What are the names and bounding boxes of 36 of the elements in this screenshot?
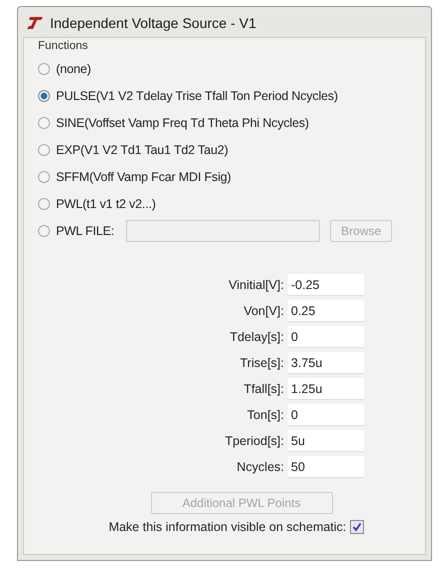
parameter-input[interactable]: 1.25u <box>288 378 364 400</box>
parameter-input[interactable]: -0.25 <box>288 274 364 296</box>
option-label[interactable]: (none) <box>56 62 91 76</box>
option-label[interactable]: PULSE(V1 V2 Tdelay Trise Tfall Ton Period Ncycles) <box>56 88 338 102</box>
checkbox-label: Make this information visible on schematic: <box>108 520 346 534</box>
checkmark-icon <box>352 522 362 532</box>
radio-button[interactable] <box>38 170 50 182</box>
parameter-input[interactable]: 50 <box>288 456 364 478</box>
group-label: Functions <box>38 40 89 52</box>
radio-button[interactable] <box>38 62 50 74</box>
parameter-input[interactable]: 0.25 <box>288 300 364 322</box>
radio-button[interactable] <box>38 198 50 210</box>
parameter-label: Ncycles: <box>236 460 285 474</box>
parameter-input[interactable]: 0 <box>288 404 364 426</box>
parameter-label: Tdelay[s]: <box>228 330 285 344</box>
radio-button[interactable] <box>38 116 50 128</box>
parameter-label: Trise[s]: <box>239 356 285 370</box>
radio-button[interactable] <box>38 90 50 102</box>
radio-button[interactable] <box>38 224 50 236</box>
logo-icon <box>26 16 44 30</box>
parameter-input[interactable]: 0 <box>288 326 364 348</box>
parameter-label: Tperiod[s]: <box>224 434 285 448</box>
parameter-label: Ton[s]: <box>246 408 285 422</box>
option-label[interactable]: PWL FILE: <box>56 224 114 238</box>
option-label[interactable]: PWL(t1 v1 t2 v2...) <box>56 196 156 210</box>
parameter-input[interactable]: 3.75u <box>288 352 364 374</box>
parameter-input[interactable]: 5u <box>288 430 364 452</box>
option-label[interactable]: SFFM(Voff Vamp Fcar MDI Fsig) <box>56 170 232 184</box>
window-title: Independent Voltage Source - V1 <box>50 15 256 31</box>
option-label[interactable]: EXP(V1 V2 Td1 Tau1 Td2 Tau2) <box>56 142 228 156</box>
parameter-label: Vinitial[V]: <box>228 278 285 292</box>
parameter-label: Tfall[s]: <box>242 382 285 396</box>
parameter-label: Von[V]: <box>242 304 285 318</box>
option-label[interactable]: SINE(Voffset Vamp Freq Td Theta Phi Ncycles) <box>56 116 309 130</box>
checkbox[interactable] <box>350 520 364 534</box>
radio-button[interactable] <box>38 144 50 156</box>
